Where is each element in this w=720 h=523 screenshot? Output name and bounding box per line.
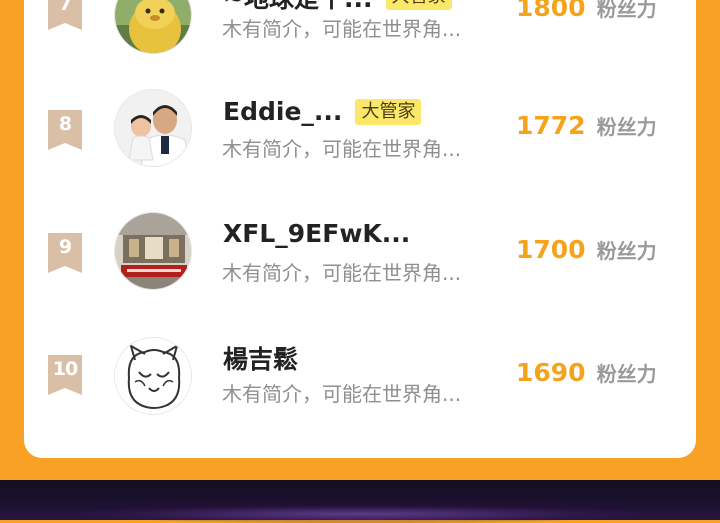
leaderboard-row-7[interactable]: 7 ~地球是个... 大管家 木有简介，可能在世界角... 1800 粉丝力: [0, 0, 720, 65]
user-bio: 木有简介，可能在世界角...: [222, 382, 462, 406]
user-name-line: 楊吉鬆: [223, 340, 298, 374]
user-bio: 木有简介，可能在世界角...: [222, 261, 462, 285]
user-bio: 木有简介，可能在世界角...: [222, 17, 462, 41]
leaderboard-row-9[interactable]: 9 XFL_9EFwK... 木有简介，可能在世界角... 1700 粉丝力: [0, 197, 720, 307]
fans-label: 粉丝力: [596, 115, 657, 139]
fans-value: 1772: [516, 111, 586, 140]
rank-number: 10: [52, 358, 78, 380]
rank-number: 9: [58, 236, 72, 258]
fans-value: 1800: [516, 0, 586, 22]
avatar[interactable]: [114, 0, 192, 54]
bottom-banner-glow: [80, 505, 640, 523]
rank-ribbon-7: 7: [48, 0, 82, 30]
fans-value: 1700: [516, 235, 586, 264]
rank-ribbon-10: 10: [48, 355, 82, 395]
fans-label: 粉丝力: [596, 362, 657, 386]
fans-power: 1772 粉丝力: [516, 111, 657, 140]
steward-badge: 大管家: [385, 0, 452, 10]
bus-sign-photo-avatar: [115, 213, 191, 289]
user-bio: 木有简介，可能在世界角...: [222, 137, 462, 161]
rank-ribbon-8: 8: [48, 110, 82, 150]
fans-value: 1690: [516, 358, 586, 387]
leaderboard-row-8[interactable]: 8 Eddie_... 大管家 木有简介，可能在世界角... 1772 粉丝力: [0, 73, 720, 183]
sketch-cat-avatar: [115, 338, 191, 414]
fans-power: 1700 粉丝力: [516, 235, 657, 264]
user-name-line: ~地球是个... 大管家: [223, 0, 452, 13]
user-name[interactable]: ~地球是个...: [223, 0, 372, 13]
fans-power: 1800 粉丝力: [516, 0, 657, 22]
rank-number: 7: [58, 0, 72, 15]
fans-power: 1690 粉丝力: [516, 358, 657, 387]
rank-ribbon-9: 9: [48, 233, 82, 273]
leaderboard-row-10[interactable]: 10 楊吉鬆 木有简介，可能在世界角... 1690 粉丝力: [0, 320, 720, 430]
user-name[interactable]: 楊吉鬆: [223, 345, 298, 374]
fans-label: 粉丝力: [596, 0, 657, 21]
avatar[interactable]: [114, 337, 192, 415]
yellow-character-avatar: [115, 0, 191, 53]
user-name-line: Eddie_... 大管家: [223, 97, 422, 131]
user-name[interactable]: Eddie_...: [223, 97, 342, 126]
father-child-photo-avatar: [115, 90, 191, 166]
avatar[interactable]: [114, 89, 192, 167]
fans-label: 粉丝力: [596, 239, 657, 263]
steward-badge: 大管家: [355, 98, 422, 125]
user-name-line: XFL_9EFwK...: [223, 219, 410, 253]
avatar[interactable]: [114, 212, 192, 290]
user-name[interactable]: XFL_9EFwK...: [223, 219, 410, 248]
rank-number: 8: [58, 113, 72, 135]
